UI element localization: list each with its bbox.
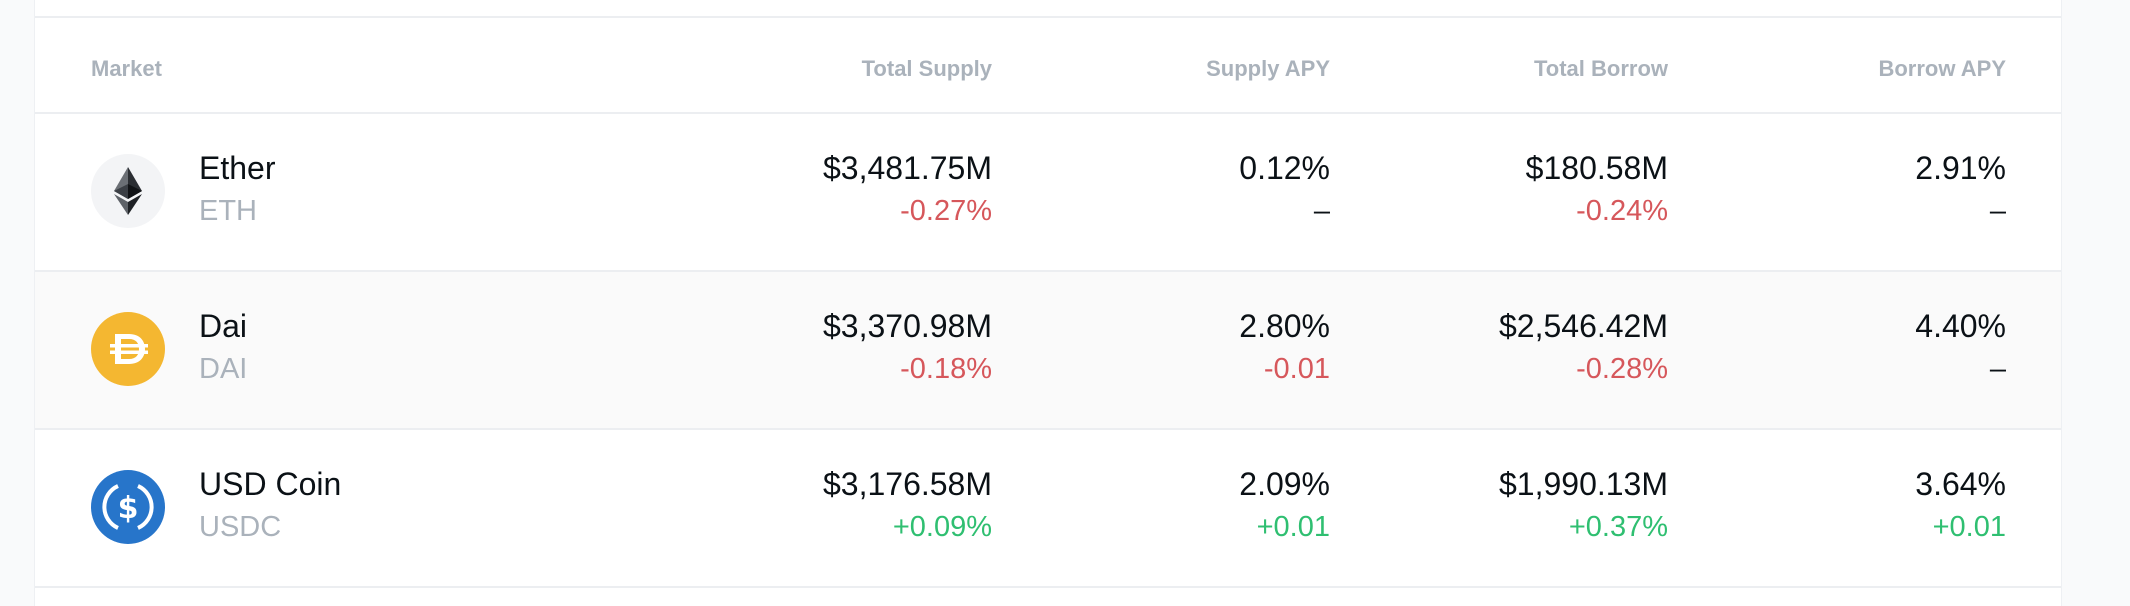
borrow-apy-change: – — [1989, 353, 2006, 385]
supply-apy-change: -0.01 — [1263, 353, 1330, 385]
header-total-supply[interactable]: Total Supply — [862, 56, 992, 82]
total-borrow-value: $180.58M — [1525, 150, 1668, 186]
total-supply-value: $3,176.58M — [822, 466, 992, 502]
borrow-apy-value: 2.91% — [1915, 150, 2006, 186]
total-supply-value: $3,370.98M — [822, 308, 992, 344]
dai-icon — [91, 312, 165, 386]
ethereum-icon — [91, 154, 165, 228]
supply-apy-change: +0.01 — [1256, 511, 1330, 543]
supply-apy-value: 0.12% — [1239, 150, 1330, 186]
supply-apy-change: – — [1313, 195, 1330, 227]
total-supply-change: -0.18% — [900, 353, 992, 385]
usdc-icon: $ — [91, 470, 165, 544]
asset-symbol: ETH — [199, 195, 257, 227]
asset-name: Dai — [199, 308, 248, 344]
table-row[interactable]: $ USD Coin USDC $3,176.58M +0.09% 2.09% … — [35, 430, 2061, 588]
total-borrow-value: $1,990.13M — [1498, 466, 1668, 502]
table-header: Market Total Supply Supply APY Total Bor… — [35, 18, 2061, 114]
total-borrow-change: +0.37% — [1568, 511, 1668, 543]
markets-table: Market Total Supply Supply APY Total Bor… — [34, 0, 2062, 606]
total-supply-change: -0.27% — [900, 195, 992, 227]
total-borrow-value: $2,546.42M — [1498, 308, 1668, 344]
header-total-borrow[interactable]: Total Borrow — [1534, 56, 1668, 82]
header-market[interactable]: Market — [91, 56, 162, 82]
asset-name: USD Coin — [199, 466, 342, 502]
borrow-apy-value: 3.64% — [1915, 466, 2006, 502]
supply-apy-value: 2.09% — [1239, 466, 1330, 502]
total-supply-change: +0.09% — [892, 511, 992, 543]
asset-symbol: USDC — [199, 511, 282, 543]
total-supply-value: $3,481.75M — [822, 150, 992, 186]
header-borrow-apy[interactable]: Borrow APY — [1878, 56, 2006, 82]
header-supply-apy[interactable]: Supply APY — [1206, 56, 1330, 82]
table-row[interactable]: Ether ETH $3,481.75M -0.27% 0.12% – $180… — [35, 114, 2061, 272]
total-borrow-change: -0.24% — [1576, 195, 1668, 227]
borrow-apy-value: 4.40% — [1915, 308, 2006, 344]
asset-name: Ether — [199, 150, 276, 186]
svg-text:$: $ — [118, 491, 139, 526]
table-row[interactable]: Dai DAI $3,370.98M -0.18% 2.80% -0.01 $2… — [35, 272, 2061, 430]
total-borrow-change: -0.28% — [1576, 353, 1668, 385]
supply-apy-value: 2.80% — [1239, 308, 1330, 344]
borrow-apy-change: +0.01 — [1932, 511, 2006, 543]
asset-symbol: DAI — [199, 353, 248, 385]
borrow-apy-change: – — [1989, 195, 2006, 227]
